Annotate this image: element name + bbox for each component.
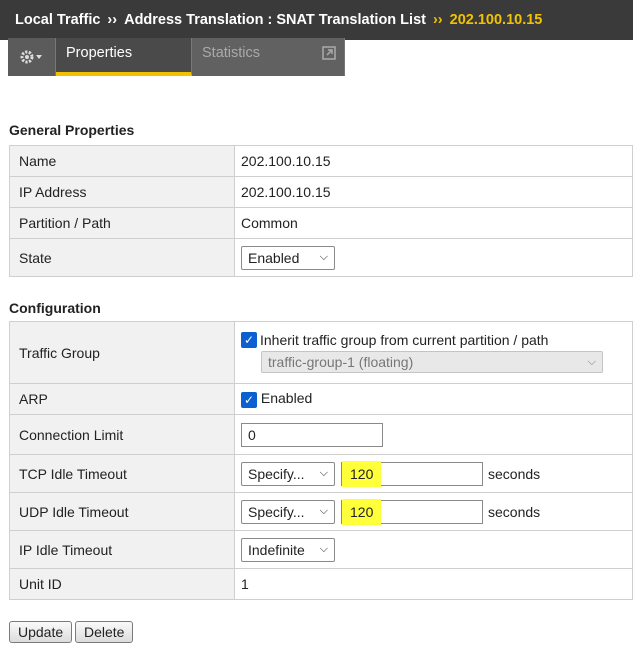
table-row: IP Idle Timeout Indefinite ⌵ xyxy=(9,530,633,569)
chevron-down-icon: ⌵ xyxy=(319,251,328,263)
state-cell: Enabled ⌵ xyxy=(234,238,633,277)
popout-icon[interactable] xyxy=(322,46,336,64)
name-label: Name xyxy=(9,145,235,177)
tcp-idle-timeout-label: TCP Idle Timeout xyxy=(9,454,235,493)
udp-idle-timeout-label: UDP Idle Timeout xyxy=(9,492,235,531)
table-row: Partition / Path Common xyxy=(9,207,633,239)
tcp-timeout-input[interactable]: 120 xyxy=(341,460,483,487)
tab-properties[interactable]: Properties xyxy=(56,38,192,76)
tcp-timeout-mode-value: Specify... xyxy=(248,465,305,482)
udp-idle-timeout-cell: Specify... ⌵ 120 seconds xyxy=(234,492,633,531)
udp-timeout-input[interactable]: 120 xyxy=(341,498,483,525)
traffic-group-select: traffic-group-1 (floating) ⌵ xyxy=(261,351,603,373)
ip-idle-timeout-label: IP Idle Timeout xyxy=(9,530,235,569)
traffic-group-cell: ✓ Inherit traffic group from current par… xyxy=(234,321,633,384)
arp-checkbox-label: Enabled xyxy=(260,390,313,407)
connection-limit-label: Connection Limit xyxy=(9,414,235,455)
arp-checkbox[interactable]: ✓ xyxy=(241,391,257,408)
gear-menu-button[interactable] xyxy=(8,38,56,76)
arp-label: ARP xyxy=(9,383,235,415)
configuration-title: Configuration xyxy=(9,300,101,316)
configuration-table: Traffic Group ✓ Inherit traffic group fr… xyxy=(9,321,633,600)
tcp-idle-timeout-cell: Specify... ⌵ 120 seconds xyxy=(234,454,633,493)
traffic-group-select-value: traffic-group-1 (floating) xyxy=(268,354,414,370)
name-value: 202.100.10.15 xyxy=(234,145,633,177)
state-select[interactable]: Enabled ⌵ xyxy=(241,245,335,270)
tcp-timeout-group: Specify... ⌵ 120 seconds xyxy=(241,460,632,487)
chevron-down-icon: ⌵ xyxy=(319,543,328,555)
tab-bar: Properties Statistics xyxy=(8,38,345,76)
tcp-timeout-mode-select[interactable]: Specify... ⌵ xyxy=(241,461,335,486)
ip-idle-timeout-value: Indefinite xyxy=(248,541,305,558)
traffic-group-label: Traffic Group xyxy=(9,321,235,384)
partition-value: Common xyxy=(234,207,633,239)
update-button[interactable]: Update xyxy=(9,621,73,643)
table-row: IP Address 202.100.10.15 xyxy=(9,176,633,208)
table-row: Unit ID 1 xyxy=(9,568,633,600)
tcp-seconds-label: seconds xyxy=(488,465,541,482)
tcp-timeout-value: 120 xyxy=(342,460,382,487)
udp-timeout-mode-value: Specify... xyxy=(248,503,305,520)
inherit-row: ✓ Inherit traffic group from current par… xyxy=(241,332,632,348)
state-select-value: Enabled xyxy=(248,249,300,266)
breadcrumb: Local Traffic ›› Address Translation : S… xyxy=(0,0,633,40)
connection-limit-cell: 0 xyxy=(234,414,633,455)
breadcrumb-current: 202.100.10.15 xyxy=(449,12,543,28)
chevron-down-icon: ⌵ xyxy=(587,355,596,368)
chevron-down-icon: ⌵ xyxy=(319,505,328,517)
chevron-down-icon: ⌵ xyxy=(319,467,328,479)
table-row: State Enabled ⌵ xyxy=(9,238,633,277)
breadcrumb-local-traffic[interactable]: Local Traffic xyxy=(15,12,100,28)
inherit-label: Inherit traffic group from current parti… xyxy=(260,332,549,348)
table-row: Traffic Group ✓ Inherit traffic group fr… xyxy=(9,321,633,384)
table-row: Connection Limit 0 xyxy=(9,414,633,455)
delete-button[interactable]: Delete xyxy=(75,621,134,643)
ip-address-label: IP Address xyxy=(9,176,235,208)
tab-statistics[interactable]: Statistics xyxy=(192,38,345,76)
breadcrumb-snat-list[interactable]: Address Translation : SNAT Translation L… xyxy=(124,12,426,28)
udp-timeout-mode-select[interactable]: Specify... ⌵ xyxy=(241,499,335,524)
table-row: ARP ✓ Enabled xyxy=(9,383,633,415)
connection-limit-input[interactable]: 0 xyxy=(241,422,383,447)
unit-id-label: Unit ID xyxy=(9,568,235,600)
udp-timeout-group: Specify... ⌵ 120 seconds xyxy=(241,498,632,525)
table-row: TCP Idle Timeout Specify... ⌵ 120 second… xyxy=(9,454,633,493)
ip-idle-timeout-select[interactable]: Indefinite ⌵ xyxy=(241,537,335,562)
table-row: Name 202.100.10.15 xyxy=(9,145,633,177)
arp-cell: ✓ Enabled xyxy=(234,383,633,415)
udp-seconds-label: seconds xyxy=(488,503,541,520)
general-properties-table: Name 202.100.10.15 IP Address 202.100.10… xyxy=(9,145,633,277)
unit-id-value: 1 xyxy=(234,568,633,600)
partition-label: Partition / Path xyxy=(9,207,235,239)
breadcrumb-separator: ›› xyxy=(432,12,443,28)
tab-statistics-label: Statistics xyxy=(202,45,261,61)
ip-address-value: 202.100.10.15 xyxy=(234,176,633,208)
ip-idle-timeout-cell: Indefinite ⌵ xyxy=(234,530,633,569)
inherit-checkbox[interactable]: ✓ xyxy=(241,332,257,348)
breadcrumb-separator: ›› xyxy=(107,12,118,28)
gear-icon xyxy=(20,50,42,64)
udp-timeout-value: 120 xyxy=(342,498,382,525)
general-properties-title: General Properties xyxy=(9,122,135,138)
state-label: State xyxy=(9,238,235,277)
table-row: UDP Idle Timeout Specify... ⌵ 120 second… xyxy=(9,492,633,531)
